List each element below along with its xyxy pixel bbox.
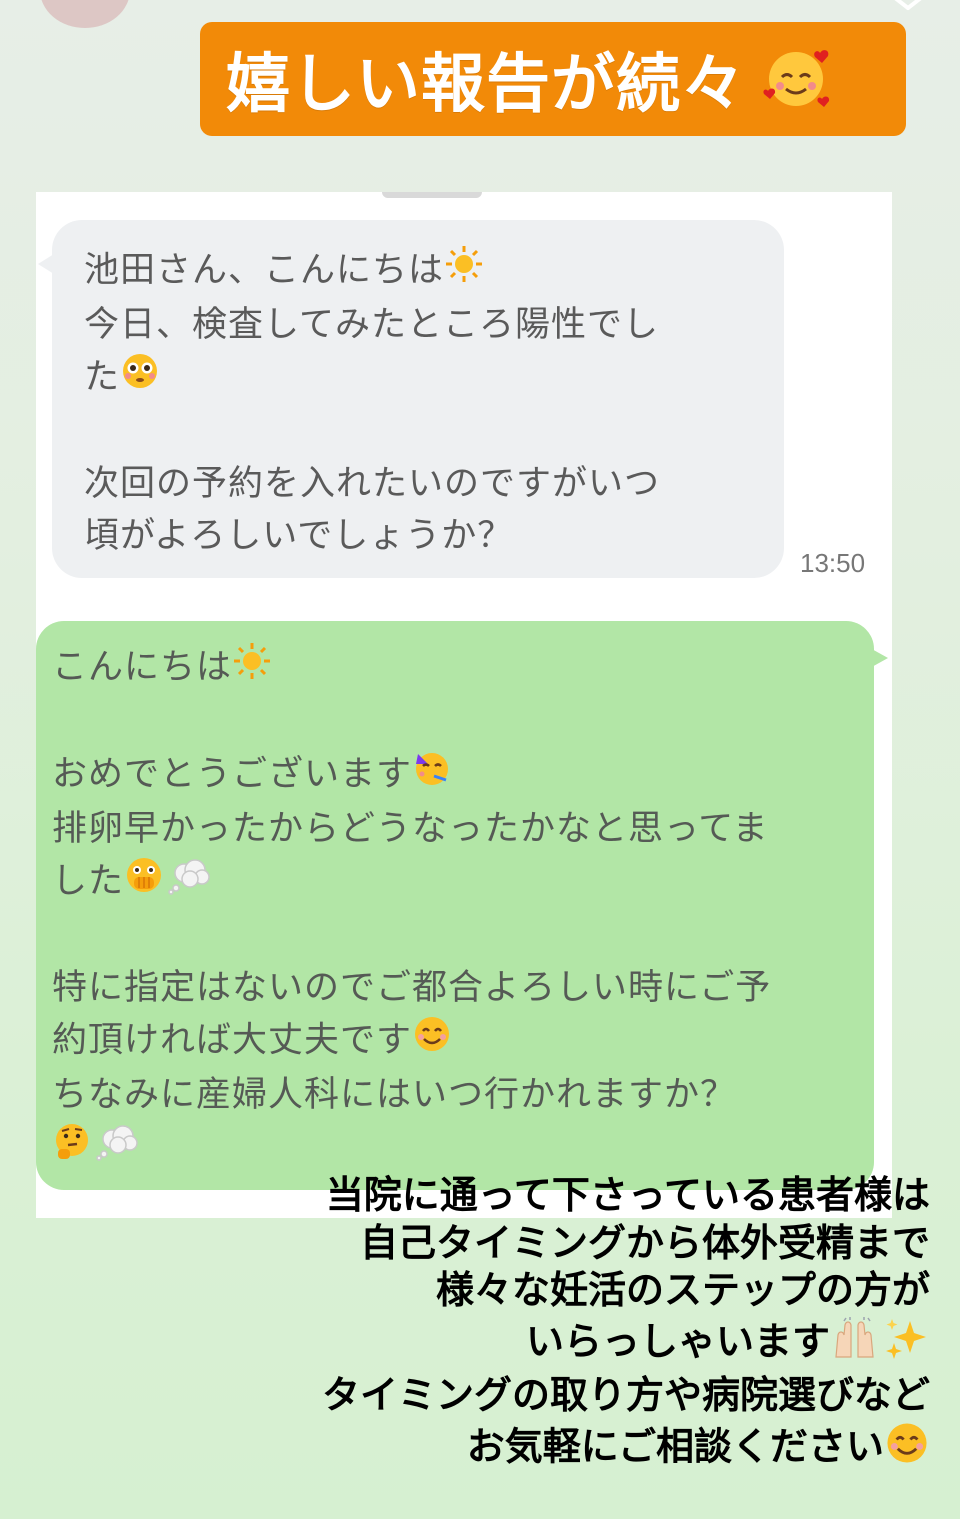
message-line: 池田さん、こんにちは	[84, 244, 754, 299]
message-text: こんにちは	[52, 647, 233, 688]
panel-grip	[382, 192, 482, 198]
caption-line: 様々な妊活のステップの方が	[435, 1268, 930, 1312]
message-text: た	[84, 357, 121, 398]
smiling-face-emoji	[412, 1014, 452, 1069]
partying-face-emoji	[412, 748, 452, 803]
message-text: 池田さん、こんにちは	[84, 250, 445, 291]
message-line: た	[84, 351, 754, 406]
message-line: 頃がよろしいでしょうか？	[84, 510, 754, 562]
caption-line: お気軽にご相談ください	[466, 1423, 884, 1468]
avatar[interactable]	[40, 0, 130, 28]
message-line: こんにちは	[52, 641, 854, 696]
title-banner: 嬉しい報告が続々	[200, 22, 906, 136]
message-line: した	[52, 855, 854, 910]
sun-emoji	[444, 244, 484, 299]
message-text: した	[52, 861, 125, 902]
caption-text: 当院に通って下さっている患者様は 自己タイミングから体外受精まで 様々な妊活のス…	[210, 1172, 930, 1477]
sparkles-emoji	[884, 1315, 930, 1373]
incoming-message-bubble[interactable]: 池田さん、こんにちは 今日、検査してみたところ陽性でし た 次回の予約を入れたい…	[52, 220, 784, 578]
caption-line-with-emoji: お気軽にご相談ください	[210, 1420, 930, 1478]
sun-emoji	[232, 641, 272, 696]
smiling-face-emoji	[884, 1420, 930, 1478]
message-line: 排卵早かったからどうなったかなと思ってま	[52, 803, 854, 855]
message-timestamp: 13:50	[800, 548, 866, 578]
message-line: 今日、検査してみたところ陽性でし	[84, 299, 754, 351]
message-text: 今日、検査してみたところ陽性でし	[84, 305, 659, 345]
caption-line-with-emoji: いらっしゃいます	[210, 1315, 930, 1373]
message-text: 約頂ければ大丈夫です	[52, 1020, 413, 1061]
flushed-face-emoji	[120, 351, 160, 406]
message-text: おめでとうございます	[52, 754, 413, 795]
caption-line: タイミングの取り方や病院選びなど	[321, 1373, 930, 1417]
message-line: 約頂ければ大丈夫です	[52, 1014, 854, 1069]
thinking-face-emoji	[52, 1121, 92, 1176]
thought-balloon-emoji	[168, 855, 212, 910]
thought-balloon-emoji	[96, 1121, 140, 1176]
close-icon[interactable]	[886, 0, 930, 14]
caption-line: 自己タイミングから体外受精まで	[359, 1220, 930, 1265]
message-line: ちなみに産婦人科にはいつ行かれますか？	[52, 1069, 854, 1121]
caption-line: いらっしゃいます	[525, 1318, 830, 1363]
message-line: 次回の予約を入れたいのですがいつ	[84, 458, 754, 510]
message-text: 次回の予約を入れたいのですがいつ	[84, 464, 661, 504]
message-text: 特に指定はないのでご都合よろしい時にご予	[52, 968, 772, 1008]
message-line: おめでとうございます	[52, 748, 854, 803]
raising-hands-emoji	[830, 1316, 884, 1371]
outgoing-message-bubble[interactable]: こんにちは おめでとうございます 排卵早かったからどうなったかなと思ってま した…	[36, 621, 874, 1190]
smiling-face-with-hearts-emoji	[760, 39, 836, 119]
banner-title: 嬉しい報告が続々	[226, 48, 746, 122]
caption-line: 当院に通って下さっている患者様は	[325, 1173, 930, 1217]
message-line: 特に指定はないのでご都合よろしい時にご予	[52, 962, 854, 1014]
message-text: 頃がよろしいでしょうか？	[84, 516, 514, 556]
face-with-open-eyes-and-hand-over-mouth-emoji	[124, 855, 164, 910]
message-text: 排卵早かったからどうなったかなと思ってま	[52, 809, 769, 849]
message-line	[52, 1121, 854, 1176]
message-text: ちなみに産婦人科にはいつ行かれますか？	[52, 1075, 737, 1115]
